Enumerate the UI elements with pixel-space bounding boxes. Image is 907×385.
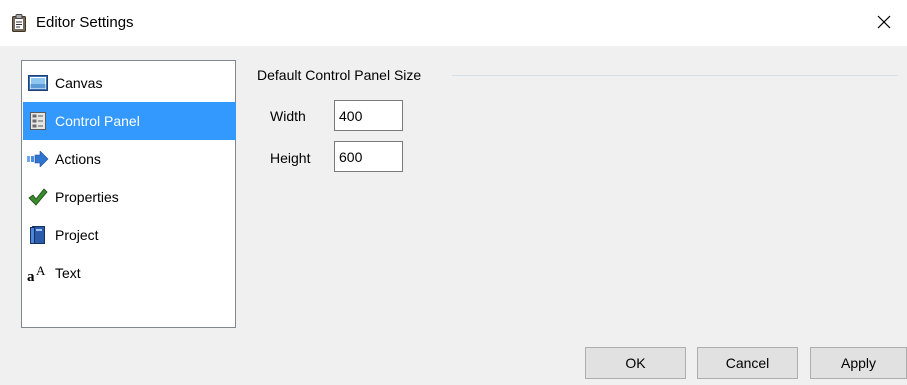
sidebar-item-canvas[interactable]: Canvas — [23, 64, 236, 102]
close-button[interactable] — [861, 0, 907, 46]
book-icon — [27, 225, 49, 245]
text-font-icon: a A — [27, 263, 49, 283]
group-title: Default Control Panel Size — [257, 67, 422, 83]
sidebar-item-actions[interactable]: Actions — [23, 140, 236, 178]
svg-text:a: a — [27, 269, 35, 283]
group-divider — [452, 75, 898, 76]
sidebar-item-control-panel[interactable]: Control Panel — [23, 102, 236, 140]
arrow-right-icon — [27, 149, 49, 169]
close-icon — [877, 15, 891, 32]
sidebar-item-label: Project — [55, 227, 99, 243]
apply-button[interactable]: Apply — [810, 347, 907, 379]
canvas-icon — [27, 73, 49, 93]
clipboard-document-icon — [11, 14, 27, 32]
sidebar-item-label: Control Panel — [55, 113, 140, 129]
sidebar-item-label: Text — [55, 265, 81, 281]
settings-category-list[interactable]: Canvas Control Panel Actions Properties … — [21, 60, 236, 328]
cancel-button[interactable]: Cancel — [697, 347, 798, 379]
control-panel-icon — [27, 111, 49, 131]
window-title: Editor Settings — [36, 14, 134, 31]
height-field[interactable] — [334, 141, 403, 172]
ok-button[interactable]: OK — [585, 347, 686, 379]
width-label: Width — [270, 108, 306, 124]
width-field[interactable] — [334, 100, 403, 131]
checkmark-icon — [27, 187, 49, 207]
sidebar-item-label: Actions — [55, 151, 101, 167]
height-label: Height — [270, 150, 311, 166]
sidebar-item-project[interactable]: Project — [23, 216, 236, 254]
sidebar-item-text[interactable]: a A Text — [23, 254, 236, 292]
sidebar-item-label: Canvas — [55, 75, 103, 91]
svg-text:A: A — [36, 263, 46, 278]
sidebar-item-label: Properties — [55, 189, 119, 205]
sidebar-item-properties[interactable]: Properties — [23, 178, 236, 216]
title-bar: Editor Settings — [0, 0, 907, 46]
